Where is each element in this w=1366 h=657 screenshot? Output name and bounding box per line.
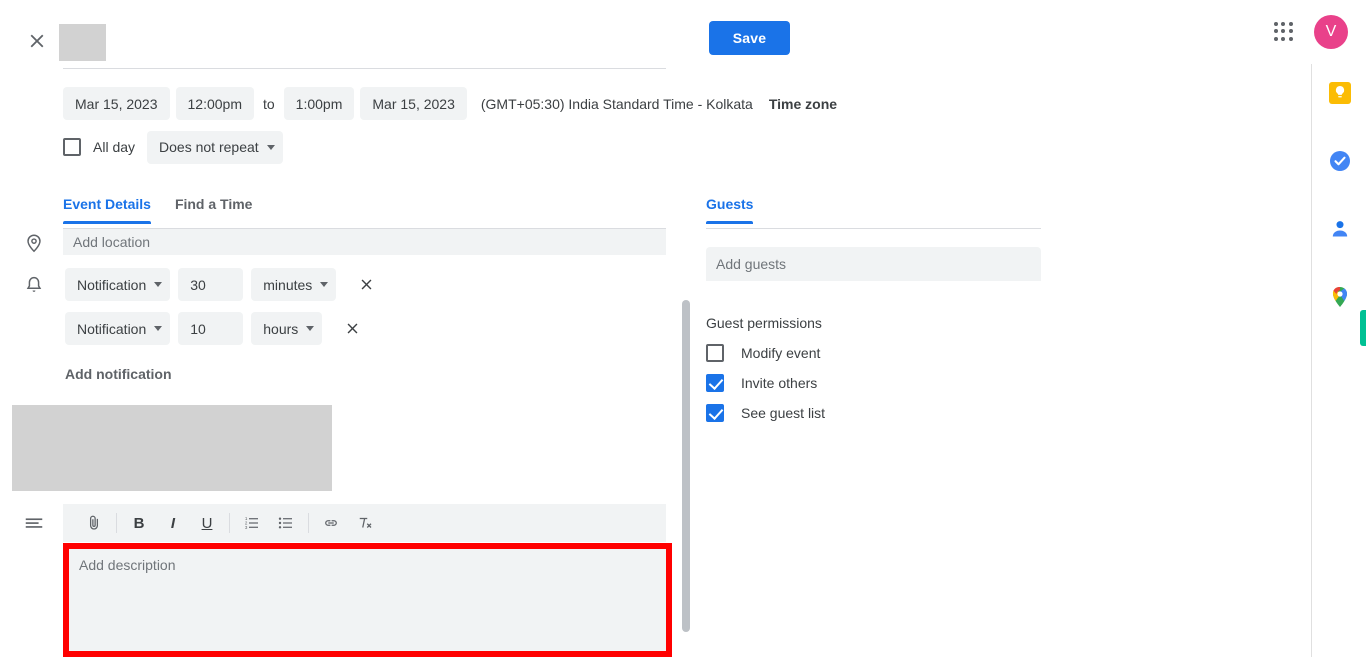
chevron-down-icon — [154, 326, 163, 331]
description-placeholder: Add description — [79, 557, 176, 573]
apps-grid-icon[interactable] — [1271, 19, 1297, 45]
repeat-dropdown[interactable]: Does not repeat — [147, 130, 283, 164]
add-guests-input[interactable]: Add guests — [706, 247, 1041, 281]
bell-icon — [23, 274, 45, 296]
notification-amount-input[interactable]: 10 — [178, 312, 244, 345]
remove-formatting-icon[interactable] — [348, 508, 382, 538]
chevron-down-icon — [154, 282, 163, 287]
end-time-chip[interactable]: 1:00pm — [283, 87, 355, 120]
start-date-chip[interactable]: Mar 15, 2023 — [63, 87, 170, 120]
chevron-down-icon — [266, 144, 275, 150]
description-textarea[interactable]: Add description — [63, 543, 672, 657]
bulleted-list-icon[interactable] — [269, 508, 303, 538]
avatar[interactable]: V — [1314, 15, 1348, 49]
redacted-content-block — [12, 405, 332, 491]
italic-icon[interactable]: I — [156, 508, 190, 538]
scrollbar-thumb[interactable] — [682, 300, 690, 632]
invite-others-checkbox[interactable] — [706, 374, 724, 392]
notification-row: Notification 10 hours — [65, 312, 364, 345]
permission-label: Invite others — [741, 375, 818, 391]
toolbar-divider — [229, 513, 230, 533]
notification-unit-dropdown[interactable]: minutes — [251, 268, 337, 301]
save-button[interactable]: Save — [709, 21, 790, 55]
underline-icon[interactable]: U — [190, 508, 224, 538]
tab-guests[interactable]: Guests — [706, 196, 754, 224]
event-title-input[interactable] — [59, 24, 106, 61]
tab-find-a-time[interactable]: Find a Time — [175, 196, 253, 224]
notification-unit-label: minutes — [263, 276, 313, 293]
bold-icon[interactable]: B — [122, 508, 156, 538]
google-tasks-icon[interactable] — [1328, 149, 1352, 173]
google-maps-icon[interactable] — [1328, 285, 1352, 309]
to-label: to — [262, 95, 275, 112]
remove-notification-icon[interactable] — [354, 273, 378, 297]
chevron-down-icon — [320, 282, 329, 287]
notification-unit-label: hours — [263, 320, 299, 337]
guest-permissions-title: Guest permissions — [706, 315, 822, 331]
location-pin-icon — [23, 232, 45, 254]
all-day-checkbox[interactable] — [63, 138, 81, 156]
numbered-list-icon[interactable]: 123 — [235, 508, 269, 538]
notification-type-dropdown[interactable]: Notification — [65, 268, 171, 301]
permission-modify-event[interactable]: Modify event — [706, 344, 820, 362]
add-notification-button[interactable]: Add notification — [65, 366, 172, 382]
all-day-row: All day Does not repeat — [63, 130, 283, 164]
remove-notification-icon[interactable] — [340, 317, 364, 341]
location-input[interactable]: Add location — [63, 229, 666, 255]
attach-icon[interactable] — [77, 508, 111, 538]
svg-text:3: 3 — [245, 525, 248, 530]
permission-invite-others[interactable]: Invite others — [706, 374, 817, 392]
permission-see-guest-list[interactable]: See guest list — [706, 404, 825, 422]
insert-link-icon[interactable] — [314, 508, 348, 538]
notification-amount-input[interactable]: 30 — [178, 268, 244, 301]
notification-type-dropdown[interactable]: Notification — [65, 312, 171, 345]
description-toolbar: B I U 123 — [63, 504, 666, 542]
google-contacts-icon[interactable] — [1328, 217, 1352, 241]
event-editor-page: Save V Mar 15, 2023 12:00pm to 1:00pm Ma… — [0, 0, 1366, 657]
tab-event-details[interactable]: Event Details — [63, 196, 151, 224]
left-tabs: Event Details Find a Time — [63, 196, 276, 224]
see-guest-list-checkbox[interactable] — [706, 404, 724, 422]
top-bar: Save V — [0, 0, 1366, 70]
notification-type-label: Notification — [77, 276, 147, 293]
permission-label: Modify event — [741, 345, 821, 361]
right-tabs: Guests — [706, 196, 777, 224]
description-lines-icon — [23, 512, 45, 534]
side-rail: + — [1311, 64, 1366, 657]
notification-row: Notification 30 minutes — [65, 268, 378, 301]
permission-label: See guest list — [741, 405, 826, 421]
right-tabs-rule — [706, 228, 1041, 229]
toolbar-divider — [116, 513, 117, 533]
start-time-chip[interactable]: 12:00pm — [175, 87, 254, 120]
notification-unit-dropdown[interactable]: hours — [251, 312, 323, 345]
timezone-button[interactable]: Time zone — [769, 96, 837, 112]
timezone-text: (GMT+05:30) India Standard Time - Kolkat… — [480, 95, 753, 112]
schedule-row: Mar 15, 2023 12:00pm to 1:00pm Mar 15, 2… — [63, 87, 837, 120]
all-day-label: All day — [93, 139, 136, 155]
event-title-underline — [63, 68, 666, 69]
repeat-label: Does not repeat — [159, 139, 259, 155]
google-keep-icon[interactable] — [1328, 81, 1352, 105]
modify-event-checkbox[interactable] — [706, 344, 724, 362]
chevron-down-icon — [306, 326, 315, 331]
end-date-chip[interactable]: Mar 15, 2023 — [360, 87, 467, 120]
toolbar-divider — [308, 513, 309, 533]
rail-green-indicator[interactable] — [1360, 310, 1366, 346]
close-icon[interactable] — [22, 26, 52, 56]
notification-type-label: Notification — [77, 320, 147, 337]
